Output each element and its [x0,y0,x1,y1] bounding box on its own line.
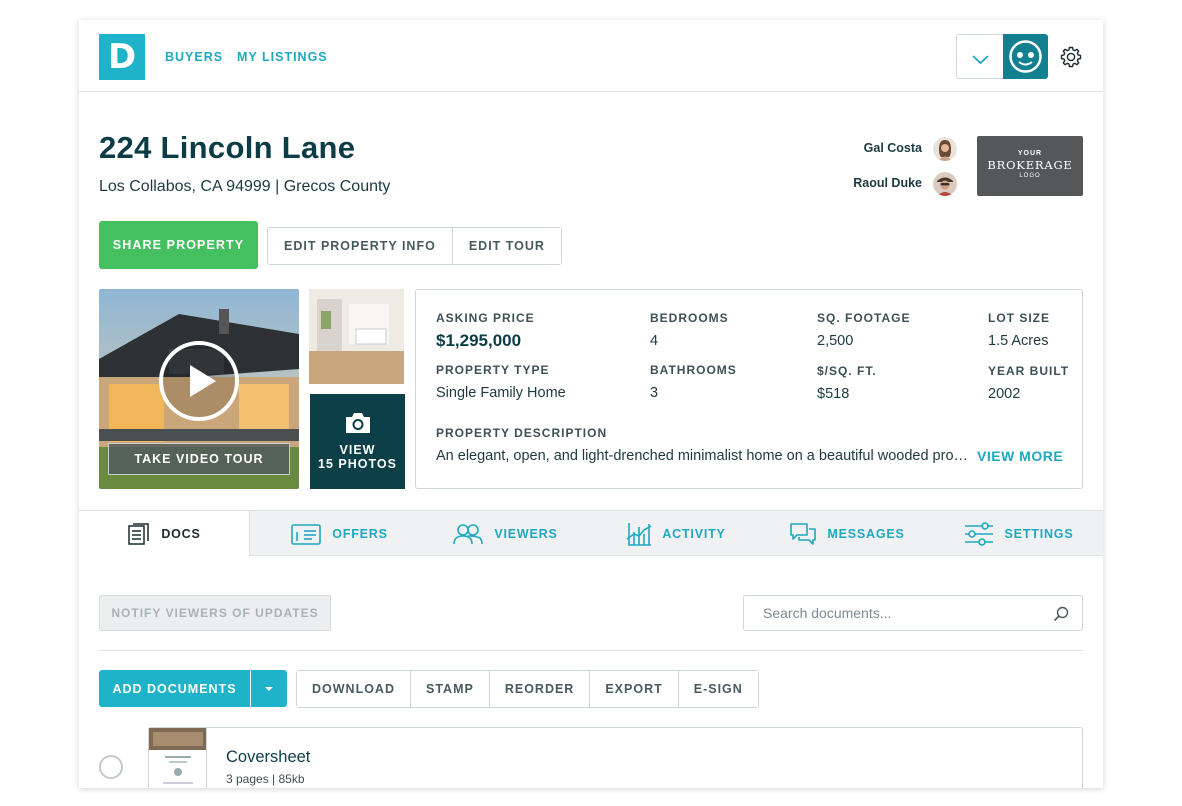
nav-my-listings-link[interactable]: MY LISTINGS [237,50,328,64]
price-per-sqft-value: $518 [817,386,850,402]
app-logo[interactable]: D [99,34,145,80]
e-sign-button[interactable]: E-SIGN [678,671,758,707]
asking-price-label: ASKING PRICE [436,311,535,325]
view-photos-button[interactable]: VIEW 15 PHOTOS [310,394,405,489]
play-icon[interactable] [157,339,241,423]
tab-activity-label: ACTIVITY [662,526,726,541]
gear-icon[interactable] [1059,45,1083,69]
activity-icon [626,522,652,546]
document-meta: 3 pages | 85kb [226,772,305,786]
lot-size-label: LOT SIZE [988,311,1050,325]
add-documents-menu-button[interactable] [251,670,287,707]
tab-viewers[interactable]: VIEWERS [450,511,560,556]
bedrooms-label: BEDROOMS [650,311,729,325]
take-video-tour-label[interactable]: TAKE VIDEO TOUR [108,443,290,475]
property-title: 224 Lincoln Lane [99,130,356,165]
tab-messages[interactable]: MESSAGES [790,511,905,556]
tab-offers-label: OFFERS [332,526,388,541]
add-documents-button[interactable]: ADD DOCUMENTS [99,670,250,707]
document-title[interactable]: Coversheet [226,748,310,767]
divider [99,650,1083,651]
property-details-panel: ASKING PRICE $1,295,000 BEDROOMS 4 SQ. F… [415,289,1083,489]
download-button[interactable]: DOWNLOAD [297,671,411,707]
bedrooms-value: 4 [650,333,659,349]
agent-name: Raoul Duke [853,176,922,190]
view-more-link[interactable]: VIEW MORE [977,448,1063,464]
interior-image [309,289,404,384]
section-tabs: DOCS OFFERS VIEWERS ACTIVITY MESSAGES SE… [79,510,1103,557]
documents-toolbar: DOWNLOAD STAMP REORDER EXPORT E-SIGN [296,670,759,708]
messages-icon [790,522,817,545]
docs-icon [128,523,150,545]
document-list-item[interactable]: Coversheet 3 pages | 85kb [148,727,1083,788]
asking-price-value: $1,295,000 [436,331,522,350]
property-address: Los Collabos, CA 94999 | Grecos County [99,178,391,195]
bathrooms-label: BATHROOMS [650,363,737,377]
tab-settings-label: SETTINGS [1004,526,1074,541]
tab-offers[interactable]: OFFERS [284,511,394,556]
search-icon[interactable] [1053,606,1069,622]
year-built-label: YEAR BUILT [988,364,1070,378]
document-thumbnail [149,728,207,788]
user-avatar-button[interactable] [1003,34,1048,79]
price-per-sqft-label: $/SQ. FT. [817,364,877,378]
video-tour-tile[interactable]: TAKE VIDEO TOUR [99,289,299,489]
export-button[interactable]: EXPORT [590,671,679,707]
tab-docs[interactable]: DOCS [79,511,250,557]
edit-tour-button[interactable]: EDIT TOUR [452,228,561,264]
agent-avatar[interactable] [933,137,957,161]
notify-viewers-button[interactable]: NOTIFY VIEWERS OF UPDATES [99,595,331,631]
face-icon [1009,40,1042,73]
tab-viewers-label: VIEWERS [494,526,558,541]
property-type-label: PROPERTY TYPE [436,363,550,377]
description-text: An elegant, open, and light-drenched min… [436,448,976,464]
camera-icon [345,413,370,433]
document-preview-image [149,728,206,788]
brokerage-logo-line: YOUR [1017,150,1043,157]
top-nav: D BUYERS MY LISTINGS [79,20,1103,92]
interior-photo-thumbnail[interactable] [309,289,404,384]
listing-card: D BUYERS MY LISTINGS 224 Lincoln Lane Lo… [79,20,1103,788]
tab-activity[interactable]: ACTIVITY [626,511,726,556]
settings-sliders-icon [964,521,993,546]
nav-buyers-link[interactable]: BUYERS [165,50,223,64]
agent-name: Gal Costa [863,141,922,155]
chevron-down-icon [972,55,989,65]
brokerage-logo-line: LOGO [1019,173,1041,179]
agent-avatar[interactable] [933,172,957,196]
lot-size-value: 1.5 Acres [988,333,1049,349]
brokerage-logo-line: BROKERAGE [987,158,1073,172]
search-input[interactable] [763,596,1053,630]
photo-count-label: 15 PHOTOS [318,457,397,471]
offers-icon [291,523,322,545]
tab-settings[interactable]: SETTINGS [964,511,1073,556]
year-built-value: 2002 [988,386,1021,402]
edit-property-info-button[interactable]: EDIT PROPERTY INFO [268,228,453,264]
tab-messages-label: MESSAGES [827,526,905,541]
edit-button-group: EDIT PROPERTY INFO EDIT TOUR [267,227,562,265]
view-photos-label: VIEW [339,443,376,457]
brokerage-logo: YOUR BROKERAGE LOGO [977,136,1083,196]
sq-footage-label: SQ. FOOTAGE [817,311,911,325]
share-property-button[interactable]: SHARE PROPERTY [99,221,258,269]
sq-footage-value: 2,500 [817,333,854,349]
account-dropdown-button[interactable] [956,34,1003,79]
document-select-radio[interactable] [99,755,123,779]
viewers-icon [453,523,484,544]
property-type-value: Single Family Home [436,385,566,401]
caret-down-icon [265,687,273,691]
reorder-button[interactable]: REORDER [489,671,591,707]
search-documents [743,595,1083,631]
stamp-button[interactable]: STAMP [411,671,490,707]
bathrooms-value: 3 [650,385,659,401]
description-label: PROPERTY DESCRIPTION [436,426,608,440]
tab-docs-label: DOCS [161,527,201,541]
